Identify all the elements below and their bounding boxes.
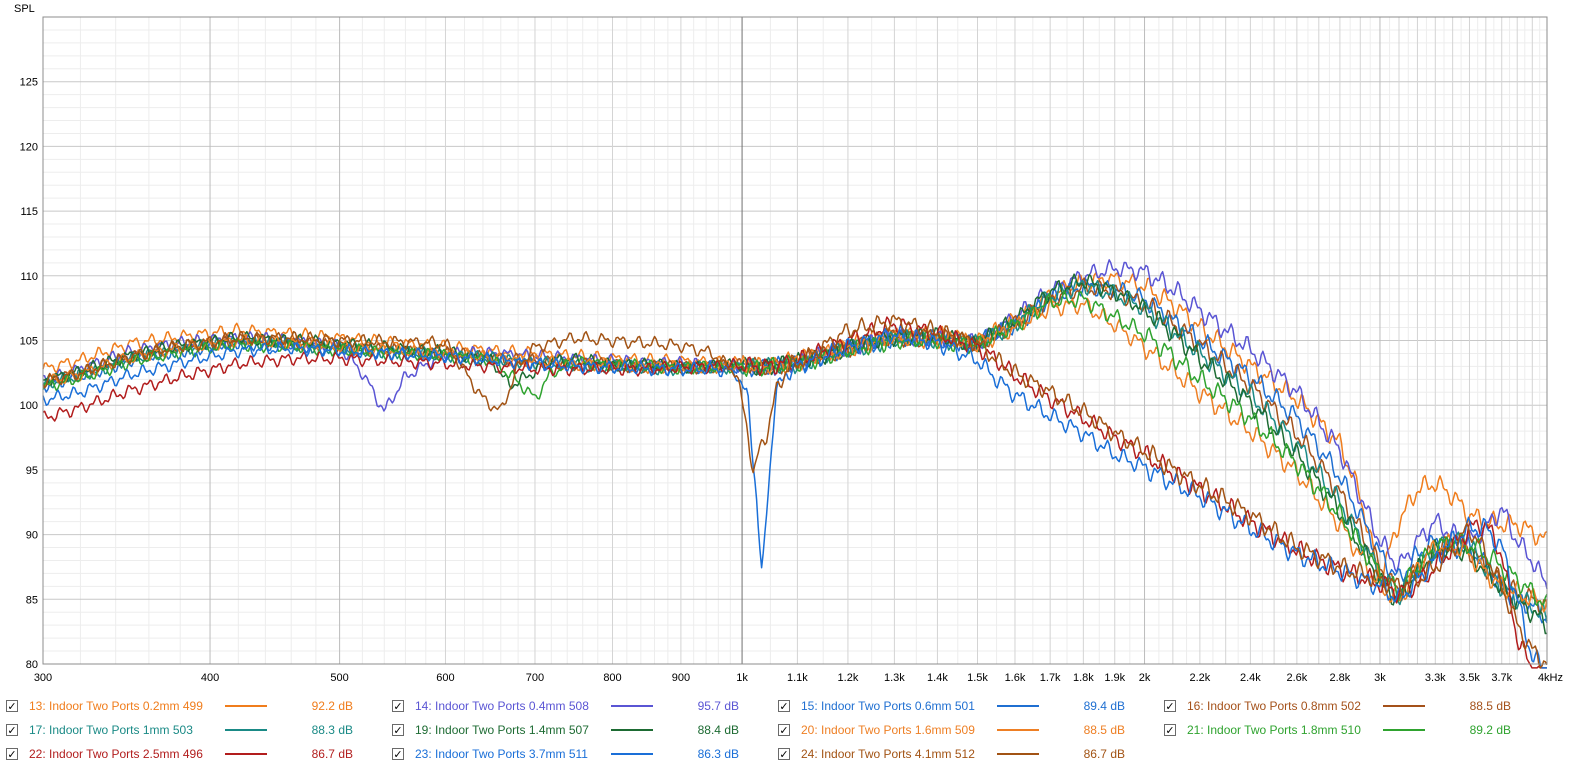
y-tick-label: 100 [20, 400, 38, 412]
legend-series-name: 22: Indoor Two Ports 2.5mm 496 [29, 747, 203, 761]
y-tick-label: 120 [20, 141, 38, 153]
x-tick-label: 400 [201, 672, 219, 684]
x-tick-label: 4kHz [1538, 672, 1563, 684]
legend: ✓ 13: Indoor Two Ports 0.2mm 499 92.2 dB ✓ 1… [0, 694, 1574, 772]
legend-series-name: 13: Indoor Two Ports 0.2mm 499 [29, 699, 203, 713]
y-tick-label: 85 [26, 594, 38, 606]
x-tick-label: 3.3k [1425, 672, 1446, 684]
legend-series-name: 21: Indoor Two Ports 1.8mm 510 [1187, 723, 1361, 737]
x-tick-label: 3k [1374, 672, 1386, 684]
legend-item[interactable]: ✓ 15: Indoor Two Ports 0.6mm 501 89.4 dB [778, 696, 1125, 716]
legend-series-value: 89.4 dB [1083, 699, 1125, 713]
legend-checkbox[interactable]: ✓ [392, 700, 404, 712]
legend-color-swatch [611, 729, 653, 731]
legend-item[interactable]: ✓ 23: Indoor Two Ports 3.7mm 511 86.3 dB [392, 744, 739, 764]
legend-series-value: 88.5 dB [1469, 699, 1511, 713]
y-axis-ticks: 85 90 95 100 105 110 115 120 125 80 [20, 77, 38, 671]
legend-checkbox[interactable]: ✓ [778, 724, 790, 736]
legend-checkbox[interactable]: ✓ [6, 748, 18, 760]
y-tick-label: 95 [26, 465, 38, 477]
legend-color-swatch [225, 729, 267, 731]
legend-color-swatch [1383, 705, 1425, 707]
legend-item[interactable]: ✓ 16: Indoor Two Ports 0.8mm 502 88.5 dB [1164, 696, 1511, 716]
legend-checkbox[interactable]: ✓ [6, 724, 18, 736]
legend-series-name: 15: Indoor Two Ports 0.6mm 501 [801, 699, 975, 713]
legend-checkbox[interactable]: ✓ [778, 748, 790, 760]
x-tick-label: 1.9k [1104, 672, 1125, 684]
legend-item[interactable]: ✓ 22: Indoor Two Ports 2.5mm 496 86.7 dB [6, 744, 353, 764]
x-axis-ticks: 300 400 500 600 700 800 900 1k 1.1k 1.2k 1.3k 1.4k 1… [34, 672, 1563, 684]
x-tick-label: 500 [330, 672, 348, 684]
y-tick-label: 80 [26, 659, 38, 671]
x-tick-label: 2.6k [1286, 672, 1307, 684]
legend-series-value: 89.2 dB [1469, 723, 1511, 737]
x-tick-label: 300 [34, 672, 52, 684]
legend-series-name: 16: Indoor Two Ports 0.8mm 502 [1187, 699, 1361, 713]
legend-checkbox[interactable]: ✓ [778, 700, 790, 712]
x-tick-label: 1.7k [1040, 672, 1061, 684]
legend-color-swatch [997, 705, 1039, 707]
x-tick-label: 800 [603, 672, 621, 684]
legend-item[interactable]: ✓ 13: Indoor Two Ports 0.2mm 499 92.2 dB [6, 696, 353, 716]
legend-checkbox[interactable]: ✓ [1164, 700, 1176, 712]
legend-series-value: 95.7 dB [697, 699, 739, 713]
legend-series-value: 86.3 dB [697, 747, 739, 761]
legend-series-value: 88.3 dB [311, 723, 353, 737]
x-tick-label: 2.4k [1240, 672, 1261, 684]
x-tick-label: 3.7k [1491, 672, 1512, 684]
legend-series-name: 19: Indoor Two Ports 1.4mm 507 [415, 723, 589, 737]
legend-color-swatch [1383, 729, 1425, 731]
legend-series-value: 86.7 dB [311, 747, 353, 761]
legend-series-value: 92.2 dB [311, 699, 353, 713]
x-tick-label: 1.1k [787, 672, 808, 684]
legend-series-name: 24: Indoor Two Ports 4.1mm 512 [801, 747, 975, 761]
x-tick-label: 900 [672, 672, 690, 684]
x-tick-label: 1.2k [838, 672, 859, 684]
y-tick-label: 115 [20, 206, 38, 218]
legend-color-swatch [997, 729, 1039, 731]
legend-item[interactable]: ✓ 14: Indoor Two Ports 0.4mm 508 95.7 dB [392, 696, 739, 716]
x-tick-label: 1k [736, 672, 748, 684]
legend-checkbox[interactable]: ✓ [392, 724, 404, 736]
x-tick-label: 1.4k [927, 672, 948, 684]
legend-series-name: 20: Indoor Two Ports 1.6mm 509 [801, 723, 975, 737]
legend-series-name: 23: Indoor Two Ports 3.7mm 511 [415, 747, 588, 761]
x-tick-label: 2.2k [1189, 672, 1210, 684]
legend-item[interactable]: ✓ 21: Indoor Two Ports 1.8mm 510 89.2 dB [1164, 720, 1511, 740]
y-tick-label: 90 [26, 530, 38, 542]
y-axis-title: SPL [14, 3, 35, 15]
frequency-response-plot[interactable]: SPL 85 90 95 100 105 110 115 120 125 80 300 400 500… [0, 0, 1574, 692]
x-tick-label: 2k [1139, 672, 1151, 684]
legend-item[interactable]: ✓ 17: Indoor Two Ports 1mm 503 88.3 dB [6, 720, 353, 740]
x-tick-label: 1.5k [967, 672, 988, 684]
legend-series-name: 14: Indoor Two Ports 0.4mm 508 [415, 699, 589, 713]
legend-item[interactable]: ✓ 20: Indoor Two Ports 1.6mm 509 88.5 dB [778, 720, 1125, 740]
legend-checkbox[interactable]: ✓ [1164, 724, 1176, 736]
legend-color-swatch [225, 705, 267, 707]
legend-series-value: 88.5 dB [1083, 723, 1125, 737]
legend-series-value: 88.4 dB [697, 723, 739, 737]
x-tick-label: 600 [436, 672, 454, 684]
legend-item[interactable]: ✓ 19: Indoor Two Ports 1.4mm 507 88.4 dB [392, 720, 739, 740]
y-tick-label: 110 [20, 271, 38, 283]
x-tick-label: 2.8k [1330, 672, 1351, 684]
legend-color-swatch [225, 753, 267, 755]
y-tick-label: 125 [20, 77, 38, 89]
legend-item[interactable]: ✓ 24: Indoor Two Ports 4.1mm 512 86.7 dB [778, 744, 1125, 764]
x-tick-label: 700 [526, 672, 544, 684]
x-tick-label: 1.6k [1005, 672, 1026, 684]
legend-series-value: 86.7 dB [1083, 747, 1125, 761]
legend-series-name: 17: Indoor Two Ports 1mm 503 [29, 723, 193, 737]
legend-color-swatch [997, 753, 1039, 755]
x-tick-label: 3.5k [1459, 672, 1480, 684]
x-tick-label: 1.3k [884, 672, 905, 684]
legend-checkbox[interactable]: ✓ [392, 748, 404, 760]
legend-checkbox[interactable]: ✓ [6, 700, 18, 712]
legend-color-swatch [611, 753, 653, 755]
legend-color-swatch [611, 705, 653, 707]
y-tick-label: 105 [20, 336, 38, 348]
x-tick-label: 1.8k [1073, 672, 1094, 684]
